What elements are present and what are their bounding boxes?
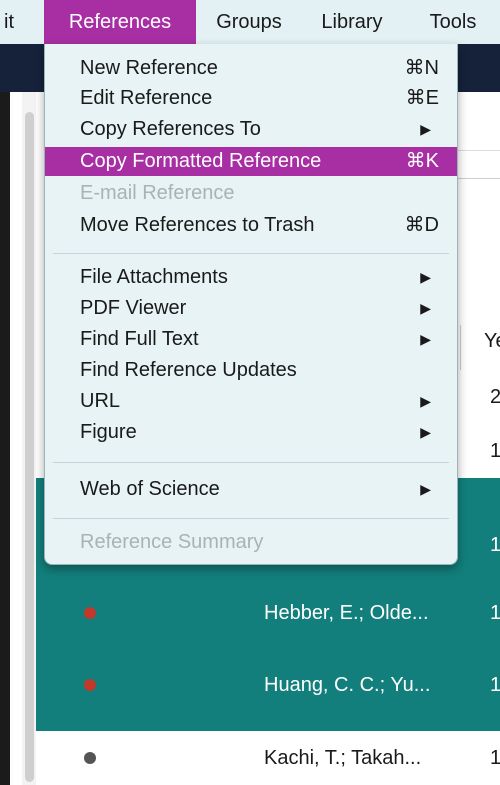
year-cell: 1 [490,747,500,769]
menu-item-email-reference: E-mail Reference [45,179,457,208]
menu-edit[interactable]: it [0,0,38,44]
year-cell: 1 [490,440,500,462]
menu-bar: it References Groups Library Tools [0,0,500,45]
menu-item-find-reference-updates[interactable]: Find Reference Updates [45,356,457,385]
menu-item-label: PDF Viewer [80,297,187,319]
table-row[interactable]: Hebber, E.; Olde... 1 [36,586,500,640]
submenu-arrow-icon: ▶ [420,481,431,497]
menu-item-figure[interactable]: Figure ▶ [45,418,457,447]
menu-item-label: Reference Summary [80,531,264,553]
scrollbar-thumb[interactable] [25,112,34,782]
submenu-arrow-icon: ▶ [420,300,431,316]
menu-item-web-of-science[interactable]: Web of Science ▶ [45,475,457,504]
menu-item-label: Find Full Text [80,328,199,350]
selection-gap [36,712,500,731]
author-cell: Huang, C. C.; Yu... [264,674,431,696]
menu-item-url[interactable]: URL ▶ [45,387,457,416]
divider [456,150,500,151]
menu-item-find-full-text[interactable]: Find Full Text ▶ [45,325,457,354]
menu-references[interactable]: References [44,0,196,44]
menu-item-copy-references-to[interactable]: Copy References To ▶ [45,115,457,144]
year-cell: 2 [490,386,500,408]
column-header-year[interactable]: Ye [484,330,500,353]
status-dot-icon [84,752,96,764]
table-row[interactable]: Huang, C. C.; Yu... 1 [36,658,500,712]
menu-item-label: File Attachments [80,266,228,288]
menu-item-label: New Reference [80,57,218,79]
menu-item-label: Figure [80,421,137,443]
menu-library[interactable]: Library [302,0,402,44]
shortcut-label: ⌘E [405,87,439,109]
menu-item-label: URL [80,390,121,412]
menu-item-label: E-mail Reference [80,182,235,204]
submenu-arrow-icon: ▶ [420,331,431,347]
menu-item-label: Move References to Trash [80,214,315,236]
author-cell: Hebber, E.; Olde... [264,602,429,624]
menu-item-pdf-viewer[interactable]: PDF Viewer ▶ [45,294,457,323]
menu-item-label: Copy References To [80,118,261,140]
year-cell: 1 [490,602,500,624]
menu-item-label: Edit Reference [80,87,213,109]
shortcut-label: ⌘D [404,214,439,236]
selection-gap [36,640,500,658]
references-menu: New Reference ⌘N Edit Reference ⌘E Copy … [44,44,458,565]
menu-separator [53,253,449,254]
menu-item-new-reference[interactable]: New Reference ⌘N [45,54,457,83]
menu-item-move-to-trash[interactable]: Move References to Trash ⌘D [45,211,457,240]
menu-tools[interactable]: Tools [410,0,496,44]
menu-separator [53,518,449,519]
selection-gap [36,568,500,586]
divider [456,178,500,179]
menu-groups[interactable]: Groups [196,0,302,44]
menu-item-label: Find Reference Updates [80,359,297,381]
menu-item-reference-summary: Reference Summary [45,528,457,557]
status-dot-icon [84,607,96,619]
author-cell: Kachi, T.; Takah... [264,747,422,769]
submenu-arrow-icon: ▶ [420,121,431,137]
table-row[interactable]: Kachi, T.; Takah... 1 [36,731,500,785]
shortcut-label: ⌘N [404,57,439,79]
status-dot-icon [84,679,96,691]
menu-item-label: Web of Science [80,478,220,500]
menu-item-file-attachments[interactable]: File Attachments ▶ [45,263,457,292]
menu-item-label: Copy Formatted Reference [80,150,322,172]
menu-separator [53,462,449,463]
shortcut-label: ⌘K [405,150,439,172]
submenu-arrow-icon: ▶ [420,424,431,440]
submenu-arrow-icon: ▶ [420,393,431,409]
submenu-arrow-icon: ▶ [420,269,431,285]
year-cell: 1 [490,674,500,696]
menu-item-edit-reference[interactable]: Edit Reference ⌘E [45,84,457,113]
menu-item-copy-formatted-reference[interactable]: Copy Formatted Reference ⌘K [45,147,457,176]
